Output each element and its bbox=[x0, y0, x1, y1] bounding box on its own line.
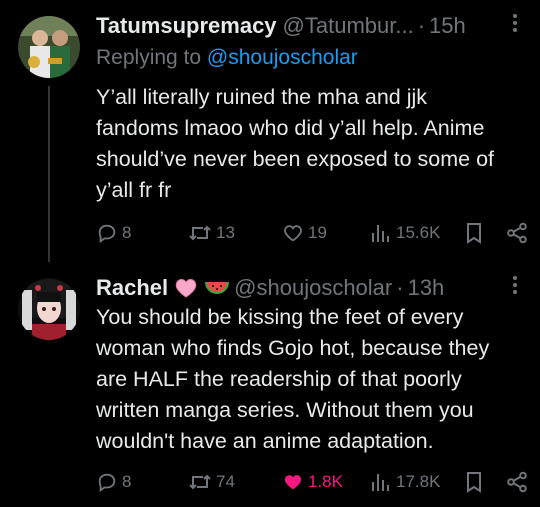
like-icon bbox=[282, 471, 304, 493]
repost-button[interactable]: 13 bbox=[188, 219, 235, 247]
separator: · bbox=[396, 275, 404, 300]
like-count: 19 bbox=[308, 223, 327, 242]
like-icon bbox=[282, 222, 304, 244]
tweet-text: You should be kissing the feet of every … bbox=[96, 302, 532, 457]
repost-button[interactable]: 74 bbox=[188, 468, 235, 496]
bookmark-icon bbox=[464, 222, 484, 244]
tweet-text-line: wouldn't have an anime adaptation. bbox=[96, 429, 434, 453]
reply-icon bbox=[96, 471, 118, 493]
tweet-text-line: y’all fr fr bbox=[96, 178, 172, 202]
views-count: 17.8K bbox=[396, 472, 441, 491]
tweet-text-line: are HALF the readership of that poorly bbox=[96, 367, 462, 391]
tweet-text-line: Y’all literally ruined the mha and jjk bbox=[96, 85, 428, 109]
author-handle[interactable]: @Tatumbur... bbox=[283, 13, 414, 39]
tweet-rachel[interactable]: Rachel @shoujoscholar · 13h You should b… bbox=[0, 262, 540, 507]
views-count: 15.6K bbox=[396, 223, 441, 242]
repost-icon bbox=[188, 471, 212, 493]
views-button[interactable]: 15.6K bbox=[370, 219, 440, 247]
views-icon bbox=[370, 471, 392, 493]
like-count: 1.8K bbox=[308, 472, 343, 491]
like-button[interactable]: 19 bbox=[282, 219, 327, 247]
avatar[interactable] bbox=[18, 16, 80, 78]
tweet-header: Tatumsupremacy @Tatumbur... · 15h bbox=[96, 12, 530, 40]
repost-count: 13 bbox=[216, 223, 235, 242]
tweet-text: Y’all literally ruined the mha and jjk f… bbox=[96, 82, 532, 206]
repost-icon bbox=[188, 222, 212, 244]
mention-link[interactable]: @shoujoscholar bbox=[207, 46, 358, 69]
share-icon bbox=[506, 222, 528, 244]
reply-button[interactable]: 8 bbox=[96, 468, 131, 496]
views-icon bbox=[370, 222, 392, 244]
reply-button[interactable]: 8 bbox=[96, 219, 131, 247]
more-icon[interactable] bbox=[506, 274, 524, 302]
bookmark-icon bbox=[464, 471, 484, 493]
tweet-text-line: fandoms lmaoo who did y’all help. Anime bbox=[96, 116, 485, 140]
tweet-text-line: written manga series. Without them you bbox=[96, 398, 474, 422]
repost-count: 74 bbox=[216, 472, 235, 491]
tweet-header: Rachel @shoujoscholar · 13h bbox=[96, 274, 530, 302]
share-button[interactable] bbox=[506, 468, 528, 496]
reply-count: 8 bbox=[122, 472, 132, 491]
share-icon bbox=[506, 471, 528, 493]
pink-heart-icon bbox=[174, 276, 198, 300]
tweet-text-line: woman who finds Gojo hot, because they bbox=[96, 336, 490, 360]
author-handle[interactable]: @shoujoscholar bbox=[234, 275, 392, 301]
author-name[interactable]: Rachel bbox=[96, 275, 168, 301]
share-button[interactable] bbox=[506, 219, 528, 247]
action-bar: 8 13 19 15.6K bbox=[96, 219, 532, 247]
thread-line bbox=[48, 86, 50, 262]
bookmark-button[interactable] bbox=[464, 468, 484, 496]
more-icon[interactable] bbox=[506, 12, 524, 40]
separator: · bbox=[417, 13, 426, 38]
author-name[interactable]: Tatumsupremacy bbox=[96, 13, 277, 39]
timestamp[interactable]: 13h bbox=[408, 275, 445, 301]
tweet-text-line: You should be kissing the feet of every bbox=[96, 305, 464, 329]
avatar[interactable] bbox=[18, 278, 80, 340]
reply-count: 8 bbox=[122, 223, 132, 242]
bookmark-button[interactable] bbox=[464, 219, 484, 247]
timestamp[interactable]: 15h bbox=[429, 13, 466, 39]
watermelon-icon bbox=[204, 276, 230, 300]
tweet-tatumsupremacy[interactable]: Tatumsupremacy @Tatumbur... · 15h Replyi… bbox=[0, 0, 540, 262]
replying-to: Replying to @shoujoscholar bbox=[96, 46, 358, 70]
action-bar: 8 74 1.8K 17.8K bbox=[96, 468, 532, 496]
reply-icon bbox=[96, 222, 118, 244]
views-button[interactable]: 17.8K bbox=[370, 468, 440, 496]
replying-label: Replying to bbox=[96, 46, 202, 69]
tweet-text-line: should’ve never been exposed to some of bbox=[96, 147, 495, 171]
like-button[interactable]: 1.8K bbox=[282, 468, 343, 496]
